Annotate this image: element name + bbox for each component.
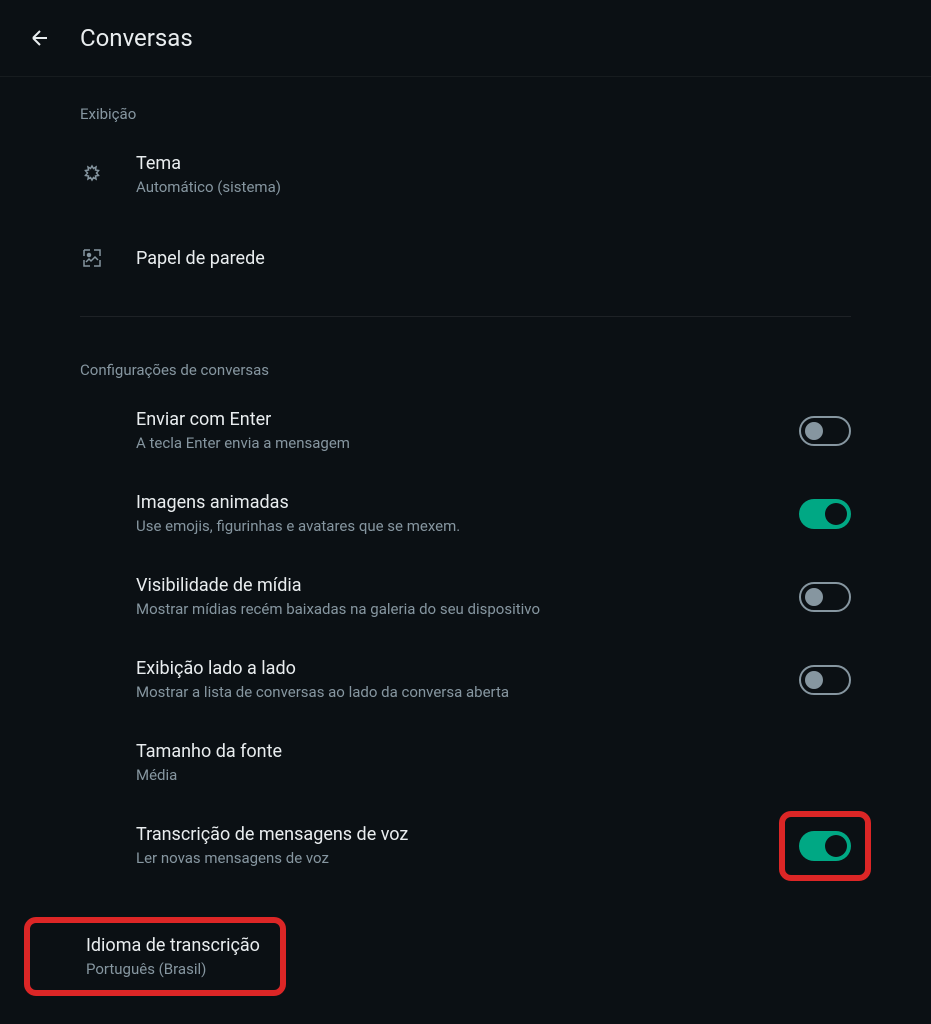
setting-font-size[interactable]: Tamanho da fonte Média xyxy=(80,721,851,804)
setting-font-size-title: Tamanho da fonte xyxy=(136,741,851,762)
setting-enter-send-subtitle: A tecla Enter envia a mensagem xyxy=(136,434,799,452)
setting-theme-title: Tema xyxy=(136,153,851,174)
wallpaper-icon xyxy=(80,246,104,270)
toggle-knob xyxy=(805,588,823,606)
setting-font-size-subtitle: Média xyxy=(136,766,851,784)
setting-animated-images[interactable]: Imagens animadas Use emojis, figurinhas … xyxy=(80,472,851,555)
setting-side-by-side[interactable]: Exibição lado a lado Mostrar a lista de … xyxy=(80,638,851,721)
setting-wallpaper-text: Papel de parede xyxy=(136,248,851,269)
section-label-chat-settings: Configurações de conversas xyxy=(80,333,851,389)
setting-enter-send[interactable]: Enviar com Enter A tecla Enter envia a m… xyxy=(80,389,851,472)
setting-media-visibility-subtitle: Mostrar mídias recém baixadas na galeria… xyxy=(136,600,799,618)
toggle-enter-send[interactable] xyxy=(799,416,851,446)
settings-header: Conversas xyxy=(0,0,931,77)
toggle-media-visibility[interactable] xyxy=(799,582,851,612)
setting-transcription-language-subtitle: Português (Brasil) xyxy=(86,960,260,978)
setting-voice-transcription[interactable]: Transcrição de mensagens de voz Ler nova… xyxy=(80,804,851,887)
toggle-knob xyxy=(805,671,823,689)
section-divider xyxy=(80,316,851,317)
theme-icon xyxy=(80,163,104,187)
setting-animated-images-subtitle: Use emojis, figurinhas e avatares que se… xyxy=(136,517,799,535)
setting-animated-images-text: Imagens animadas Use emojis, figurinhas … xyxy=(136,492,799,535)
highlight-box-toggle xyxy=(779,811,871,881)
setting-voice-transcription-title: Transcrição de mensagens de voz xyxy=(136,824,851,845)
setting-enter-send-text: Enviar com Enter A tecla Enter envia a m… xyxy=(136,409,799,452)
setting-wallpaper-title: Papel de parede xyxy=(136,248,851,269)
setting-voice-transcription-text: Transcrição de mensagens de voz Ler nova… xyxy=(136,824,851,867)
setting-theme-text: Tema Automático (sistema) xyxy=(136,153,851,196)
toggle-knob xyxy=(805,422,823,440)
back-arrow-icon[interactable] xyxy=(28,26,52,50)
setting-transcription-language-text: Idioma de transcrição Português (Brasil) xyxy=(86,935,260,978)
setting-media-visibility-title: Visibilidade de mídia xyxy=(136,575,799,596)
setting-enter-send-title: Enviar com Enter xyxy=(136,409,799,430)
setting-theme[interactable]: Tema Automático (sistema) xyxy=(80,133,851,216)
section-label-display: Exibição xyxy=(80,77,851,133)
highlight-box-language: Idioma de transcrição Português (Brasil) xyxy=(24,917,286,996)
setting-voice-transcription-subtitle: Ler novas mensagens de voz xyxy=(136,849,851,867)
setting-theme-subtitle: Automático (sistema) xyxy=(136,178,851,196)
setting-animated-images-title: Imagens animadas xyxy=(136,492,799,513)
setting-wallpaper[interactable]: Papel de parede xyxy=(80,216,851,300)
setting-side-by-side-title: Exibição lado a lado xyxy=(136,658,799,679)
setting-transcription-language[interactable]: Idioma de transcrição Português (Brasil) xyxy=(80,887,851,1016)
toggle-knob xyxy=(825,835,847,857)
toggle-voice-transcription[interactable] xyxy=(799,831,851,861)
setting-side-by-side-text: Exibição lado a lado Mostrar a lista de … xyxy=(136,658,799,701)
settings-content: Exibição Tema Automático (sistema) Papel… xyxy=(0,77,931,1016)
setting-font-size-text: Tamanho da fonte Média xyxy=(136,741,851,784)
setting-transcription-language-title: Idioma de transcrição xyxy=(86,935,260,956)
toggle-animated-images[interactable] xyxy=(799,499,851,529)
setting-media-visibility-text: Visibilidade de mídia Mostrar mídias rec… xyxy=(136,575,799,618)
setting-side-by-side-subtitle: Mostrar a lista de conversas ao lado da … xyxy=(136,683,799,701)
toggle-knob xyxy=(825,503,847,525)
setting-media-visibility[interactable]: Visibilidade de mídia Mostrar mídias rec… xyxy=(80,555,851,638)
toggle-side-by-side[interactable] xyxy=(799,665,851,695)
page-title: Conversas xyxy=(80,24,193,52)
